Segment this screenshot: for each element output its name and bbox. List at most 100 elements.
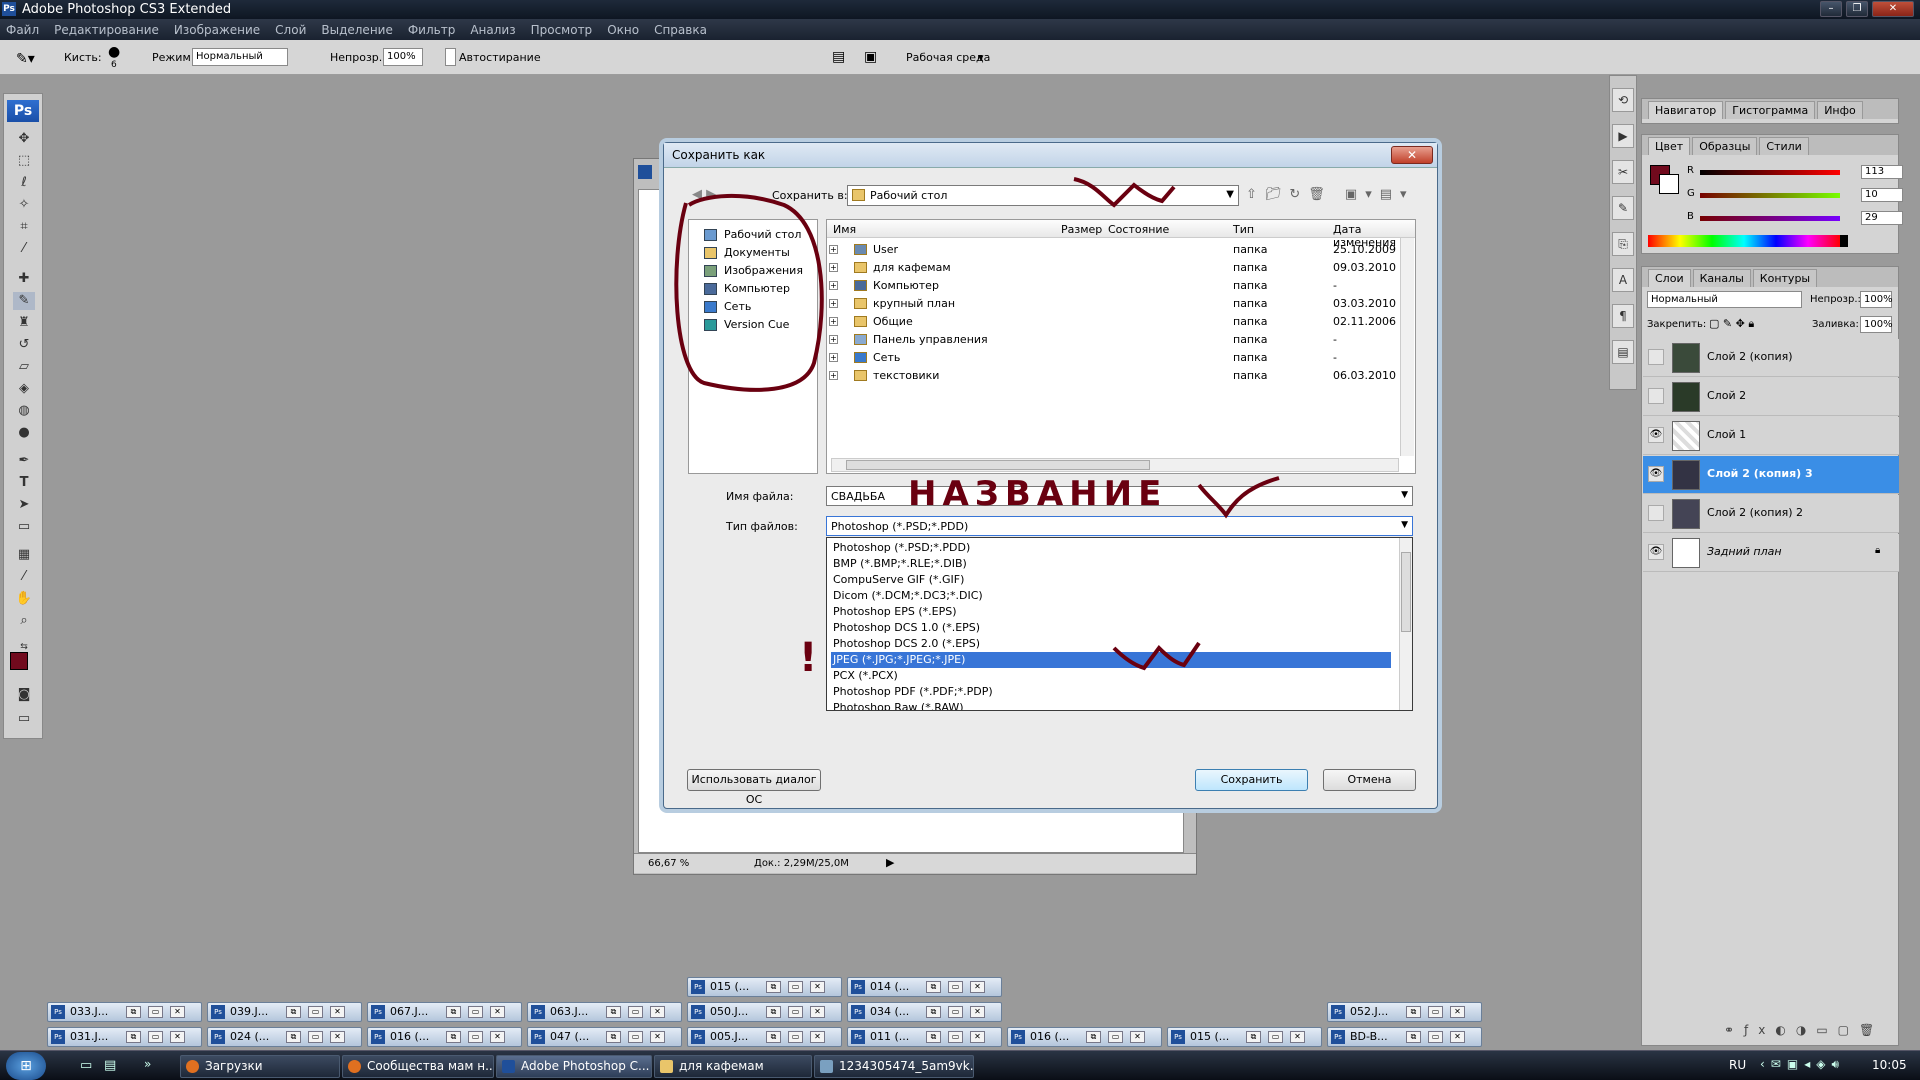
switch-windows-icon[interactable]: ▤ [104, 1058, 116, 1073]
minimized-doc[interactable]: Ps 039.J... ⧉ ▭ ✕ [207, 1002, 362, 1022]
minimized-doc[interactable]: Ps 011 (... ⧉ ▭ ✕ [847, 1027, 1002, 1047]
minimize-button[interactable]: – [1820, 1, 1842, 17]
filetype-option[interactable]: Photoshop DCS 1.0 (*.EPS) [831, 620, 1391, 636]
scroll-thumb[interactable] [1401, 552, 1411, 632]
menu-analysis[interactable]: Анализ [470, 23, 515, 37]
file-row[interactable]: + Общие папка 02.11.2006 15 [827, 313, 1417, 331]
play-icon[interactable]: ▶ [886, 856, 894, 869]
filetype-option[interactable]: Photoshop Raw (*.RAW) [831, 700, 1391, 710]
filename-input[interactable]: СВАДЬБА ▼ [826, 486, 1413, 506]
minimized-doc[interactable]: Ps 015 (... ⧉ ▭ ✕ [1167, 1027, 1322, 1047]
tab-navigator[interactable]: Навигатор [1648, 101, 1724, 119]
tab-swatches[interactable]: Образцы [1692, 137, 1758, 155]
place-documents[interactable]: Документы [704, 246, 790, 259]
back-icon[interactable]: ◀ ▶ [692, 187, 716, 202]
col-type[interactable]: Тип [1233, 223, 1254, 236]
eraser-tool-icon[interactable]: ▱ [13, 358, 35, 376]
palette-icon[interactable]: ▤ [832, 49, 845, 65]
clone-source-icon[interactable]: ⎘ [1612, 232, 1634, 256]
place-desktop[interactable]: Рабочий стол [704, 228, 801, 241]
paragraph-icon[interactable]: ¶ [1612, 304, 1634, 328]
close-button[interactable]: ✕ [1872, 1, 1914, 17]
actions-icon[interactable]: ▶ [1612, 124, 1634, 148]
color-spectrum[interactable] [1648, 235, 1848, 247]
taskbar-item[interactable]: Сообщества мам н... [342, 1055, 494, 1078]
tab-color[interactable]: Цвет [1648, 137, 1691, 155]
menu-select[interactable]: Выделение [321, 23, 392, 37]
menu-window[interactable]: Окно [607, 23, 639, 37]
taskbar-item[interactable]: Загрузки [180, 1055, 340, 1078]
place-network[interactable]: Сеть [704, 300, 751, 313]
dialog-close-button[interactable]: ✕ [1391, 146, 1433, 164]
file-row[interactable]: + крупный план папка 03.03.2010 17 [827, 295, 1417, 313]
file-row[interactable]: + User папка 25.10.2009 16 [827, 241, 1417, 259]
col-state[interactable]: Состояние [1108, 223, 1169, 236]
menu-edit[interactable]: Редактирование [54, 23, 159, 37]
hand-tool-icon[interactable]: ✋ [13, 590, 35, 608]
layer-row-selected[interactable]: 👁︎ Слой 2 (копия) 3 [1643, 456, 1899, 494]
bucket-tool-icon[interactable]: ◈ [13, 380, 35, 398]
eye-icon[interactable]: 👁︎ [1648, 466, 1664, 482]
marquee-tool-icon[interactable]: ⬚ [13, 152, 35, 170]
save-button[interactable]: Сохранить [1195, 769, 1308, 791]
filetype-option[interactable]: PCX (*.PCX) [831, 668, 1391, 684]
g-slider[interactable] [1700, 193, 1840, 198]
taskbar-item[interactable]: для кафемам [654, 1055, 812, 1078]
file-row[interactable]: + текстовики папка 06.03.2010 17 [827, 367, 1417, 385]
visibility-toggle[interactable] [1648, 349, 1664, 365]
bg-color-swatch[interactable] [1659, 174, 1679, 194]
clock[interactable]: 10:05 [1872, 1058, 1907, 1072]
screen-mode-icon[interactable]: ▭ [13, 710, 35, 728]
cancel-button[interactable]: Отмена [1323, 769, 1416, 791]
language-indicator[interactable]: RU [1729, 1058, 1746, 1072]
zoom-level[interactable]: 66,67 % [648, 858, 689, 869]
brush-tool-icon[interactable]: ✎▾ [16, 51, 35, 67]
character-icon[interactable]: A [1612, 268, 1634, 292]
eye-icon[interactable]: 👁︎ [1648, 544, 1664, 560]
file-row[interactable]: + для кафемам папка 09.03.2010 14 [827, 259, 1417, 277]
filetype-option[interactable]: Photoshop EPS (*.EPS) [831, 604, 1391, 620]
history-brush-icon[interactable]: ↺ [13, 336, 35, 354]
minimized-doc[interactable]: Ps 052.J... ⧉ ▭ ✕ [1327, 1002, 1482, 1022]
blend-mode-select[interactable]: Нормальный [1647, 291, 1802, 308]
path-select-icon[interactable]: ➤ [13, 496, 35, 514]
tab-styles[interactable]: Стили [1759, 137, 1809, 155]
menu-image[interactable]: Изображение [174, 23, 260, 37]
nav-toolbar-icons[interactable]: ⇧📁︎↻🗑︎ ▣▾▤▾ [1246, 187, 1415, 202]
pen-tool-icon[interactable]: ✒ [13, 452, 35, 470]
stamp-tool-icon[interactable]: ♜ [13, 314, 35, 332]
minimized-doc[interactable]: Ps 014 (... ⧉ ▭ ✕ [847, 977, 1002, 997]
tool-presets-icon[interactable]: ✂ [1612, 160, 1634, 184]
visibility-toggle[interactable] [1648, 505, 1664, 521]
tray-icons[interactable]: ‹✉▣◂◈🔊︎ [1760, 1057, 1845, 1072]
tab-layers[interactable]: Слои [1648, 269, 1691, 287]
bridge-icon[interactable]: ▣ [864, 49, 877, 65]
tab-info[interactable]: Инфо [1817, 101, 1863, 119]
layer-row[interactable]: Слой 2 [1643, 378, 1899, 416]
minimized-doc[interactable]: Ps 031.J... ⧉ ▭ ✕ [47, 1027, 202, 1047]
visibility-toggle[interactable] [1648, 388, 1664, 404]
minimized-doc[interactable]: Ps 024 (... ⧉ ▭ ✕ [207, 1027, 362, 1047]
minimized-doc[interactable]: Ps 016 (... ⧉ ▭ ✕ [1007, 1027, 1162, 1047]
foreground-color[interactable] [10, 652, 28, 670]
quickmask-icon[interactable]: ◙ [13, 686, 35, 704]
tab-paths[interactable]: Контуры [1752, 269, 1818, 287]
filetype-option[interactable]: Photoshop (*.PSD;*.PDD) [831, 540, 1391, 556]
layer-row[interactable]: Слой 2 (копия) 2 [1643, 495, 1899, 533]
restore-button[interactable]: ❐ [1846, 1, 1868, 17]
zoom-tool-icon[interactable]: ⌕ [13, 612, 35, 630]
menu-filter[interactable]: Фильтр [408, 23, 455, 37]
use-os-dialog-button[interactable]: Использовать диалог ОС [687, 769, 821, 806]
minimized-doc[interactable]: Ps 016 (... ⧉ ▭ ✕ [367, 1027, 522, 1047]
place-computer[interactable]: Компьютер [704, 282, 790, 295]
magic-wand-icon[interactable]: ✧ [13, 196, 35, 214]
place-version-cue[interactable]: Version Cue [704, 318, 789, 331]
minimized-doc[interactable]: Ps 005.J... ⧉ ▭ ✕ [687, 1027, 842, 1047]
brush-tool-icon[interactable]: ✎ [13, 292, 35, 310]
minimized-doc[interactable]: Ps 050.J... ⧉ ▭ ✕ [687, 1002, 842, 1022]
lock-icons[interactable]: ▢ ✎ ✥ 🔒︎ [1709, 317, 1754, 331]
r-value[interactable]: 113 [1861, 165, 1903, 179]
vertical-scrollbar[interactable] [1400, 238, 1414, 456]
start-button[interactable]: ⊞ [6, 1052, 46, 1080]
layer-row[interactable]: 👁︎ Задний план 🔒︎ [1643, 534, 1899, 572]
